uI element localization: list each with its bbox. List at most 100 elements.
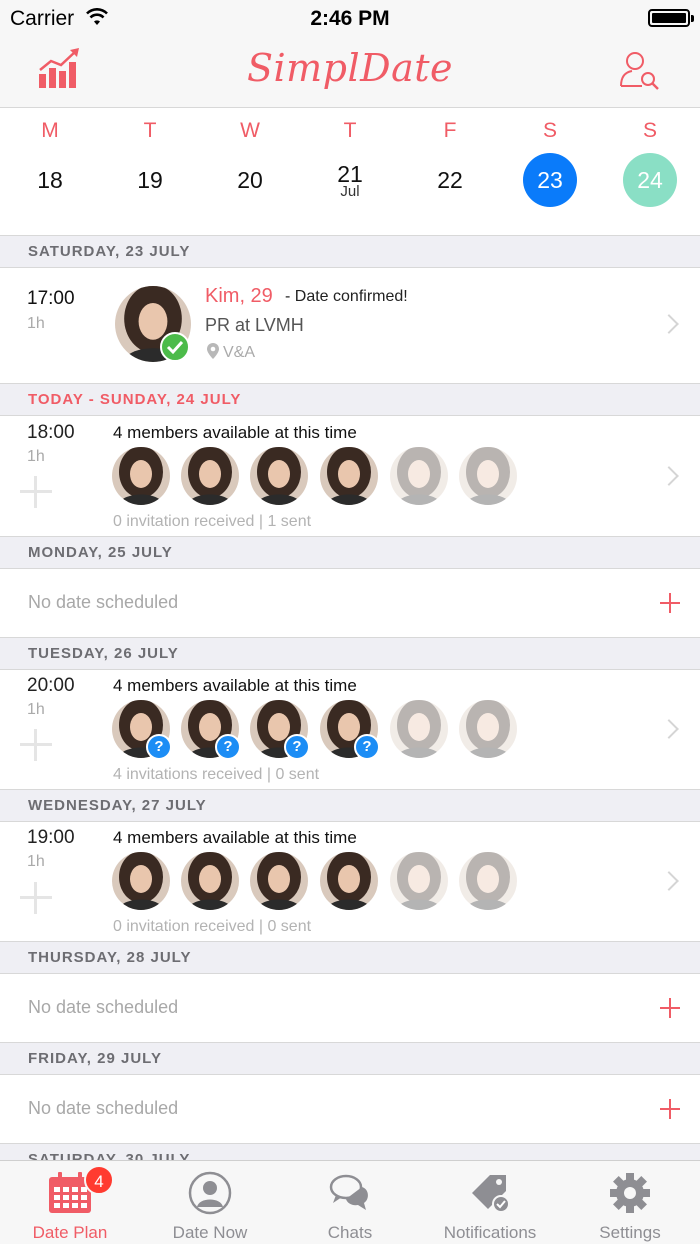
- avatar[interactable]: [112, 852, 170, 910]
- avatar-placeholder: [390, 852, 448, 910]
- day-of-week: S: [642, 119, 657, 142]
- section-header-today: TODAY - SUNDAY, 24 JULY: [0, 383, 700, 416]
- tab-label: Chats: [327, 1223, 373, 1242]
- day-of-week: F: [443, 119, 457, 142]
- day-number: 20: [237, 167, 263, 193]
- day-of-week: T: [343, 119, 357, 142]
- avatar[interactable]: [320, 852, 378, 910]
- tab-notifications[interactable]: Notifications: [420, 1161, 560, 1244]
- section-header: WEDNESDAY, 27 JULY: [0, 789, 700, 822]
- empty-state-label: No date scheduled: [28, 997, 179, 1017]
- avatar[interactable]: [320, 447, 378, 505]
- duration-label: 1h: [27, 701, 45, 718]
- day-fri[interactable]: F 22: [400, 109, 500, 235]
- add-date-button[interactable]: [660, 1099, 680, 1119]
- match-job: PR at LVMH: [205, 315, 304, 335]
- day-sun[interactable]: S 24: [600, 109, 700, 235]
- day-of-week: S: [542, 119, 557, 142]
- day-number: 22: [437, 167, 463, 193]
- tab-chats[interactable]: Chats: [280, 1161, 420, 1244]
- avatar[interactable]: [250, 447, 308, 505]
- avatar-placeholder: [390, 700, 448, 758]
- add-icon[interactable]: [20, 476, 52, 508]
- avatar-placeholder: [459, 852, 517, 910]
- duration-label: 1h: [27, 315, 45, 332]
- avatar[interactable]: [181, 852, 239, 910]
- nav-bar: SimplDate: [0, 36, 700, 108]
- add-icon[interactable]: [20, 729, 52, 761]
- day-of-week: T: [143, 119, 157, 142]
- time-label: 18:00: [27, 422, 75, 443]
- section-header: SATURDAY, 23 JULY: [0, 235, 700, 268]
- location-pin-icon: [207, 343, 219, 359]
- tab-label: Settings: [599, 1223, 661, 1242]
- question-icon: ?: [284, 734, 310, 760]
- time-label: 20:00: [27, 675, 75, 696]
- check-icon: [160, 332, 190, 362]
- tab-label: Notifications: [443, 1223, 537, 1242]
- tab-date-now[interactable]: Date Now: [140, 1161, 280, 1244]
- gear-icon: [610, 1173, 650, 1213]
- date-status: - Date confirmed!: [285, 288, 408, 305]
- person-circle-icon: [188, 1171, 232, 1215]
- location: V&A: [207, 343, 255, 362]
- chat-bubbles-icon: [329, 1174, 368, 1210]
- battery-icon: [648, 9, 694, 27]
- chevron-right-icon: [659, 314, 679, 334]
- section-header: MONDAY, 25 JULY: [0, 536, 700, 569]
- tag-check-icon: [472, 1175, 510, 1213]
- add-date-button[interactable]: [660, 593, 680, 613]
- clock: 2:46 PM: [310, 7, 390, 30]
- avatar-placeholder: [459, 700, 517, 758]
- question-icon: ?: [354, 734, 380, 760]
- availability-title: 4 members available at this time: [113, 423, 357, 442]
- day-number-today: 24: [623, 153, 677, 207]
- tab-label: Date Now: [172, 1223, 248, 1242]
- day-thu[interactable]: T 21 Jul: [300, 109, 400, 235]
- chevron-right-icon: [659, 466, 679, 486]
- question-icon: ?: [146, 734, 172, 760]
- section-header: THURSDAY, 28 JULY: [0, 941, 700, 974]
- month-label: Jul: [340, 183, 360, 200]
- invitation-summary: 0 invitation received | 1 sent: [113, 513, 312, 530]
- day-number: 19: [137, 167, 163, 193]
- add-icon[interactable]: [20, 882, 52, 914]
- notification-badge: 4: [84, 1165, 114, 1195]
- question-icon: ?: [215, 734, 241, 760]
- invitation-summary: 0 invitation received | 0 sent: [113, 918, 312, 935]
- section-header: TUESDAY, 26 JULY: [0, 637, 700, 670]
- chevron-right-icon: [659, 871, 679, 891]
- tab-date-plan[interactable]: 4 Date Plan: [0, 1161, 140, 1244]
- search-user-icon[interactable]: [618, 48, 662, 92]
- duration-label: 1h: [27, 448, 45, 465]
- avatar-placeholder: [390, 447, 448, 505]
- day-mon[interactable]: M 18: [0, 109, 100, 235]
- empty-state-label: No date scheduled: [28, 592, 179, 612]
- app-logo: SimplDate: [246, 46, 454, 90]
- chevron-right-icon: [659, 719, 679, 739]
- tab-settings[interactable]: Settings: [560, 1161, 700, 1244]
- tab-label: Date Plan: [32, 1223, 108, 1242]
- time-label: 19:00: [27, 827, 75, 848]
- match-name: Kim, 29: [205, 285, 273, 307]
- empty-state-label: No date scheduled: [28, 1098, 179, 1118]
- avatar-placeholder: [459, 447, 517, 505]
- day-tue[interactable]: T 19: [100, 109, 200, 235]
- location-label: V&A: [223, 344, 256, 361]
- availability-title: 4 members available at this time: [113, 676, 357, 695]
- day-sat[interactable]: S 23: [500, 109, 600, 235]
- day-number-selected: 23: [523, 153, 577, 207]
- tab-bar: 4 Date Plan Date Now Chats Notifications: [0, 1160, 700, 1244]
- day-wed[interactable]: W 20: [200, 109, 300, 235]
- avatar[interactable]: [112, 447, 170, 505]
- day-of-week: W: [240, 119, 260, 142]
- week-strip: M 18 T 19 W 20 T 21 Jul F 22 S 23 S 24: [0, 109, 700, 235]
- avatar[interactable]: [181, 447, 239, 505]
- avatar[interactable]: [250, 852, 308, 910]
- time-label: 17:00: [27, 288, 75, 309]
- day-number: 18: [37, 167, 63, 193]
- invitation-summary: 4 invitations received | 0 sent: [113, 766, 320, 783]
- date-plan-list[interactable]: SATURDAY, 23 JULY 17:00 1h Kim, 29 - Dat…: [0, 235, 700, 1160]
- add-date-button[interactable]: [660, 998, 680, 1018]
- status-bar: Carrier 2:46 PM: [0, 0, 700, 36]
